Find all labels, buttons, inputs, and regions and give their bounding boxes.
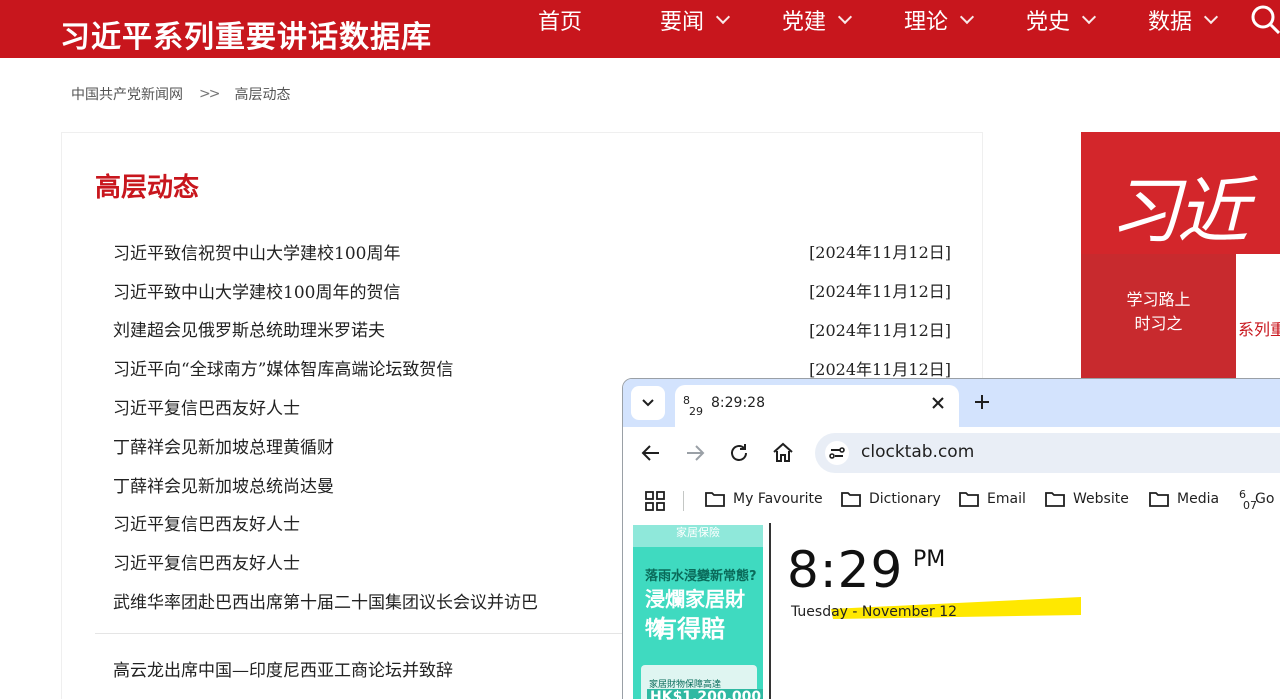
search-icon[interactable]	[1250, 4, 1280, 34]
bookmark-folder[interactable]: Media	[1149, 491, 1219, 507]
news-item-title[interactable]: 武维华率团赴巴西出席第十届二十国集团议长会议并访巴	[113, 588, 538, 613]
clock-ampm: PM	[913, 547, 946, 572]
news-item-date: [2024年11月12日]	[809, 359, 951, 379]
apps-grid-icon[interactable]	[645, 491, 665, 511]
browser-tab[interactable]: 8 29 8:29:28	[675, 385, 959, 427]
news-item-title[interactable]: 习近平复信巴西友好人士	[113, 394, 300, 419]
nav-label: 要闻	[660, 10, 705, 35]
news-item[interactable]: 习近平致信祝贺中山大学建校100周年 [2024年11月12日]	[113, 232, 951, 271]
tile-line: 时习之	[1134, 314, 1183, 333]
bookmark-label: Email	[987, 491, 1026, 507]
new-tab-plus-icon[interactable]	[971, 391, 993, 413]
nav-label: 理论	[904, 10, 949, 35]
page-content: 家居保險 落雨水浸變新常態? 浸爛家居財物 有得賠 家居財物保障高達 HK$1,…	[623, 523, 1280, 699]
bookmark-folder[interactable]: My Favourite	[705, 491, 823, 507]
bookmark-folder[interactable]: Email	[959, 491, 1026, 507]
news-item[interactable]: 刘建超会见俄罗斯总统助理米罗诺夫 [2024年11月12日]	[113, 310, 951, 349]
chevron-down-icon	[642, 399, 654, 407]
nav-party-building[interactable]: 党建	[782, 4, 853, 36]
news-item-title[interactable]: 丁薛祥会见新加坡总理黄循财	[113, 433, 334, 458]
bookmarks-bar: My Favourite Dictionary Email Website Me…	[623, 479, 1280, 523]
browser-toolbar: clocktab.com	[623, 427, 1280, 479]
sidebar-tile-series[interactable]: 系列重	[1236, 254, 1280, 384]
advertisement[interactable]: 家居保險 落雨水浸變新常態? 浸爛家居財物 有得賠 家居財物保障高達 HK$1,…	[633, 525, 763, 699]
bookmark-label: Dictionary	[869, 491, 941, 507]
nav-label: 党建	[782, 10, 827, 35]
ad-header: 家居保險	[633, 525, 763, 547]
tab-search-button[interactable]	[631, 386, 665, 420]
news-item-title[interactable]: 习近平复信巴西友好人士	[113, 510, 300, 535]
ad-text: 有得賠	[653, 615, 725, 643]
folder-icon	[705, 492, 725, 507]
news-item-title[interactable]: 刘建超会见俄罗斯总统助理米罗诺夫	[113, 316, 385, 341]
ad-text: 落雨水浸變新常態?	[645, 569, 757, 584]
tile-label: 系列重	[1238, 320, 1280, 339]
news-item-date: [2024年11月12日]	[809, 282, 951, 302]
folder-icon	[841, 492, 861, 507]
nav-label: 数据	[1148, 10, 1193, 35]
nav-label: 首页	[538, 10, 583, 35]
breadcrumb-root[interactable]: 中国共产党新闻网	[71, 84, 183, 104]
folder-icon	[1045, 492, 1065, 507]
news-item-title[interactable]: 习近平致信祝贺中山大学建校100周年	[113, 239, 400, 264]
bookmark-separator	[683, 491, 684, 511]
chevron-down-icon	[959, 9, 975, 25]
ad-price: HK$1,200,000	[647, 689, 763, 699]
url-text: clocktab.com	[861, 442, 975, 462]
chevron-down-icon	[1081, 9, 1097, 25]
bookmark-label: Go	[1255, 491, 1275, 507]
news-item[interactable]: 高云龙出席中国—印度尼西亚工商论坛并致辞	[113, 656, 453, 681]
close-icon[interactable]	[929, 394, 947, 412]
tab-strip: 8 29 8:29:28	[623, 379, 1280, 427]
bookmark-link[interactable]: Go	[1255, 491, 1274, 507]
news-item-title[interactable]: 习近平致中山大学建校100周年的贺信	[113, 278, 400, 303]
clock-date: Tuesday - November 12	[791, 604, 958, 620]
browser-window: 8 29 8:29:28 clocktab.com My Favourite D…	[622, 378, 1280, 699]
sidebar-banner[interactable]: 习近平	[1081, 132, 1280, 254]
tile-line: 学习路上	[1126, 290, 1191, 309]
site-header: 习近平系列重要讲话数据库 首页 要闻 党建 理论 党史 数据	[0, 0, 1280, 58]
nav-data[interactable]: 数据	[1148, 4, 1219, 36]
clock-time: 8:29	[787, 541, 904, 599]
section-title: 高层动态	[95, 173, 200, 203]
chevron-down-icon	[1203, 9, 1219, 25]
nav-party-history[interactable]: 党史	[1026, 4, 1097, 36]
bookmark-folder[interactable]: Website	[1045, 491, 1129, 507]
home-icon[interactable]	[771, 441, 795, 465]
nav-news[interactable]: 要闻	[660, 4, 731, 36]
sidebar-tile-study[interactable]: 学习路上 时习之	[1081, 254, 1236, 384]
clock-favicon-icon: 8 29	[683, 394, 703, 418]
news-item-date: [2024年11月12日]	[809, 243, 951, 263]
folder-icon	[1149, 492, 1169, 507]
news-item-title[interactable]: 习近平复信巴西友好人士	[113, 549, 300, 574]
banner-calligraphy: 习近平	[1109, 169, 1249, 253]
news-item-date: [2024年11月12日]	[809, 320, 951, 340]
site-logo[interactable]: 习近平系列重要讲话数据库	[60, 12, 432, 56]
nav-label: 党史	[1026, 10, 1071, 35]
address-bar[interactable]: clocktab.com	[815, 433, 1280, 473]
chevron-down-icon	[715, 9, 731, 25]
folder-icon	[959, 492, 979, 507]
news-item[interactable]: 习近平致中山大学建校100周年的贺信 [2024年11月12日]	[113, 271, 951, 310]
breadcrumb-current[interactable]: 高层动态	[234, 84, 290, 104]
news-item-title[interactable]: 习近平向“全球南方”媒体智库高端论坛致贺信	[113, 355, 453, 380]
forward-arrow-icon[interactable]	[683, 441, 707, 465]
bookmark-folder[interactable]: Dictionary	[841, 491, 941, 507]
bookmark-label: Media	[1177, 491, 1220, 507]
nav-home[interactable]: 首页	[538, 4, 582, 36]
breadcrumb-separator: >>	[199, 86, 221, 102]
reload-icon[interactable]	[727, 441, 751, 465]
bookmark-label: Website	[1073, 491, 1129, 507]
nav-theory[interactable]: 理论	[904, 4, 975, 36]
bookmark-label: My Favourite	[733, 491, 823, 507]
chevron-down-icon	[837, 9, 853, 25]
news-item-title[interactable]: 丁薛祥会见新加坡总统尚达曼	[113, 472, 334, 497]
divider	[769, 523, 771, 699]
breadcrumb: 中国共产党新闻网 >> 高层动态	[71, 84, 290, 104]
tab-title: 8:29:28	[711, 395, 765, 411]
site-info-icon[interactable]	[825, 441, 849, 465]
back-arrow-icon[interactable]	[639, 441, 663, 465]
